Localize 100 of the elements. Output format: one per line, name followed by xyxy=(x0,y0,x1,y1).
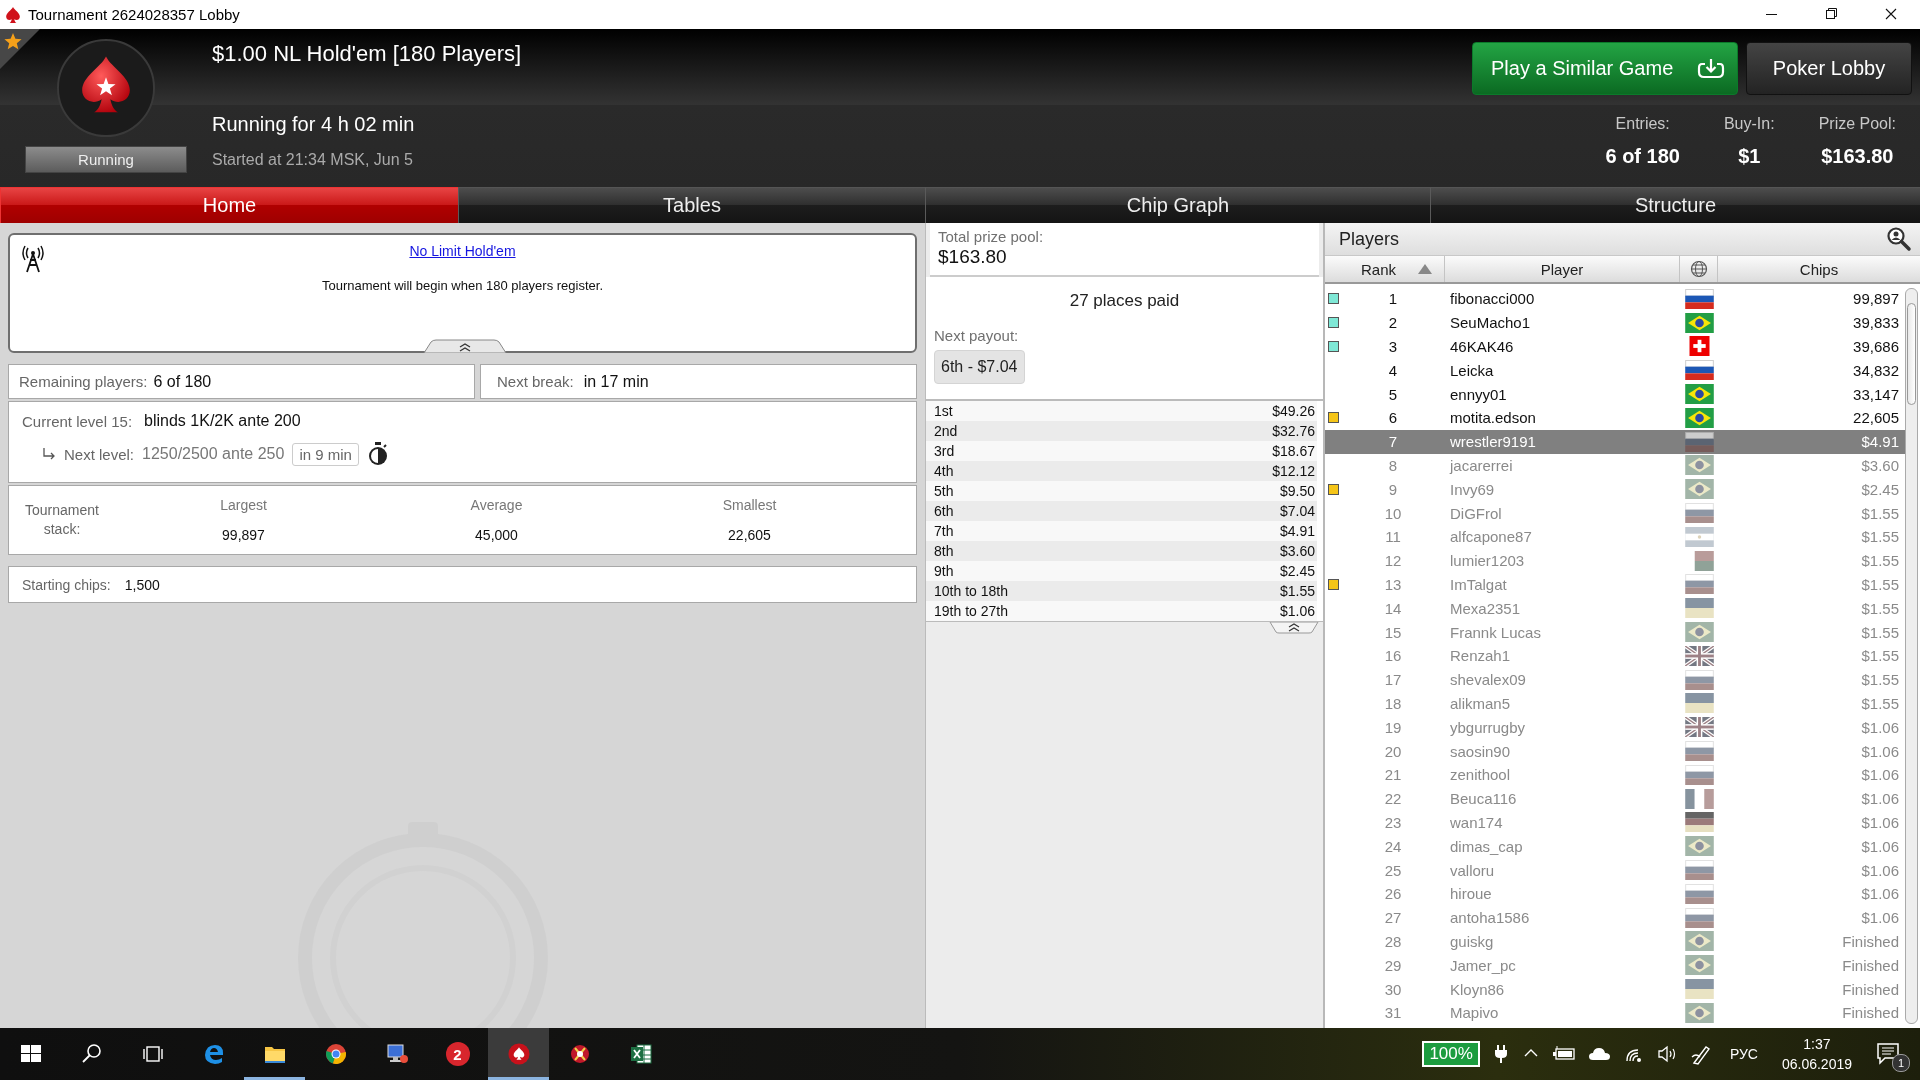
chips-cell-text: $1.06 xyxy=(1860,742,1900,760)
player-name: alfcapone87 xyxy=(1449,528,1533,546)
amount-cell: $4.91 xyxy=(1279,523,1315,539)
player-row[interactable]: 19 ybgurrugby $1.06 xyxy=(1325,715,1905,740)
flag-icon xyxy=(1684,526,1714,547)
player-name: Mapivo xyxy=(1449,1004,1500,1022)
player-row[interactable]: 20 saosin90 $1.06 xyxy=(1325,739,1905,763)
player-row[interactable]: 30 Kloyn86 Finished xyxy=(1325,977,1905,1001)
player-row[interactable]: 27 antoha1586 $1.06 xyxy=(1325,905,1905,930)
player-row[interactable]: 21 zenithool $1.06 xyxy=(1325,762,1905,787)
rank-cell-text: 20 xyxy=(1383,742,1403,760)
tournament-stack-label: Tournament stack: xyxy=(24,501,100,539)
flag-icon xyxy=(1684,455,1714,476)
place-cell: 7th xyxy=(934,523,954,539)
player-row[interactable]: 11 alfcapone87 $1.55 xyxy=(1325,524,1905,549)
tab[interactable]: Tables xyxy=(458,187,925,223)
taskbar-button[interactable] xyxy=(488,1028,549,1080)
player-row[interactable]: 16 Renzah1 $1.55 xyxy=(1325,643,1905,668)
flag-icon xyxy=(1684,645,1714,666)
amount-cell: $49.26 xyxy=(1272,403,1315,419)
column-header[interactable]: Chips xyxy=(1718,256,1920,282)
player-row[interactable]: 6 motita.edson 22,605 xyxy=(1325,406,1905,430)
player-row[interactable]: 4 Leicka 34,832 xyxy=(1325,358,1905,383)
player-row[interactable]: 8 jacarerrei $3.60 xyxy=(1325,453,1905,478)
starting-chips-value: 1,500 xyxy=(124,576,160,593)
total-prize-value: $163.80 xyxy=(938,246,1008,268)
player-row[interactable]: 9 Invy69 $2.45 xyxy=(1325,477,1905,502)
tab[interactable]: Home xyxy=(0,187,458,223)
flag-icon xyxy=(1684,907,1714,928)
chips-cell-text: $1.55 xyxy=(1860,671,1900,689)
player-row[interactable]: 7 wrestler9191 $4.91 xyxy=(1325,429,1905,454)
player-row[interactable]: 25 valloru $1.06 xyxy=(1325,858,1905,882)
chips-cell-text: Finished xyxy=(1841,932,1900,950)
play-similar-game-button[interactable]: Play a Similar Game xyxy=(1472,42,1738,95)
scrollbar-thumb[interactable] xyxy=(1907,303,1916,405)
player-name: hiroue xyxy=(1449,885,1493,903)
volume-icon[interactable] xyxy=(1655,1043,1678,1065)
player-row[interactable]: 13 ImTalgat $1.55 xyxy=(1325,572,1905,597)
player-row[interactable]: 29 Jamer_pc Finished xyxy=(1325,953,1905,978)
chips-cell-text: 33,147 xyxy=(1852,385,1900,403)
flag-icon xyxy=(1684,598,1714,619)
rank-cell-text: 9 xyxy=(1387,480,1399,498)
chips-cell-text: $3.60 xyxy=(1860,456,1900,474)
player-name: wan174 xyxy=(1449,813,1504,831)
flag-icon xyxy=(1684,288,1714,309)
chips-cell-text: $1.55 xyxy=(1860,528,1900,546)
player-row[interactable]: 12 lumier1203 $1.55 xyxy=(1325,548,1905,573)
rank-cell-text: 19 xyxy=(1383,718,1403,736)
flag-icon xyxy=(1684,431,1714,452)
flag-icon xyxy=(1684,360,1714,381)
player-row[interactable]: 17 shevalex09 $1.55 xyxy=(1325,667,1905,692)
player-row[interactable]: 28 guiskg Finished xyxy=(1325,929,1905,954)
rank-cell-text: 25 xyxy=(1383,861,1403,879)
taskbar-button[interactable]: 2 xyxy=(427,1028,488,1080)
column-header[interactable]: Rank xyxy=(1325,256,1445,282)
player-row[interactable]: 24 dimas_cap $1.06 xyxy=(1325,834,1905,859)
stack-value: 99,897 xyxy=(222,527,265,543)
column-header[interactable]: Player xyxy=(1445,256,1680,282)
flag-icon xyxy=(1684,955,1714,976)
player-row[interactable]: 1 fibonacci000 99,897 xyxy=(1325,287,1905,311)
player-row[interactable]: 31 Mapivo Finished xyxy=(1325,1000,1905,1025)
player-row[interactable]: 2 SeuMacho1 39,833 xyxy=(1325,310,1905,335)
player-name: Renzah1 xyxy=(1449,647,1512,665)
tab[interactable]: Structure xyxy=(1430,187,1920,223)
player-name: valloru xyxy=(1449,861,1496,879)
scrollbar[interactable] xyxy=(1905,288,1918,1024)
star-icon[interactable] xyxy=(0,29,40,69)
rank-cell-text: 17 xyxy=(1383,671,1403,689)
collapse-handle[interactable] xyxy=(423,339,507,353)
pen-icon[interactable] xyxy=(1689,1043,1712,1065)
player-row[interactable]: 15 Frannk Lucas $1.55 xyxy=(1325,620,1905,644)
player-row[interactable]: 10 DiGFrol $1.55 xyxy=(1325,501,1905,525)
game-type-link[interactable]: No Limit Hold'em xyxy=(409,243,516,259)
player-row[interactable]: 26 hiroue $1.06 xyxy=(1325,881,1905,906)
rank-cell-text: 5 xyxy=(1387,385,1399,403)
flag-icon xyxy=(1684,836,1714,857)
computer-icon xyxy=(384,1042,409,1066)
column-header: Smallest xyxy=(722,497,777,513)
notification-icon[interactable] xyxy=(1876,1042,1902,1066)
rank-cell-text: 15 xyxy=(1383,623,1403,641)
clock-time[interactable]: 1:37 xyxy=(1803,1036,1831,1052)
player-row[interactable]: 23 wan174 $1.06 xyxy=(1325,810,1905,835)
clock-date[interactable]: 06.06.2019 xyxy=(1781,1056,1852,1072)
flag-icon xyxy=(1684,741,1714,762)
poker-lobby-button[interactable]: Poker Lobby xyxy=(1746,42,1912,95)
player-row[interactable]: 18 alikman5 $1.55 xyxy=(1325,691,1905,716)
player-row[interactable]: 3 46KAK46 39,686 xyxy=(1325,334,1905,359)
language-indicator[interactable]: РУС xyxy=(1729,1046,1758,1062)
collapse-handle[interactable] xyxy=(1269,622,1319,634)
current-level-value: blinds 1K/2K ante 200 xyxy=(144,412,301,430)
search-icon[interactable] xyxy=(1886,226,1912,252)
place-cell: 4th xyxy=(934,463,954,479)
tab[interactable]: Chip Graph xyxy=(925,187,1430,223)
player-row[interactable]: 22 Beuca116 $1.06 xyxy=(1325,786,1905,811)
player-row[interactable]: 14 Mexa2351 $1.55 xyxy=(1325,596,1905,621)
flag-icon xyxy=(1684,384,1714,405)
player-name: antoha1586 xyxy=(1449,909,1531,927)
total-prize-label: Total prize pool: xyxy=(938,228,1045,245)
place-cell: 6th xyxy=(934,503,954,519)
player-row[interactable]: 5 ennyy01 33,147 xyxy=(1325,382,1905,406)
